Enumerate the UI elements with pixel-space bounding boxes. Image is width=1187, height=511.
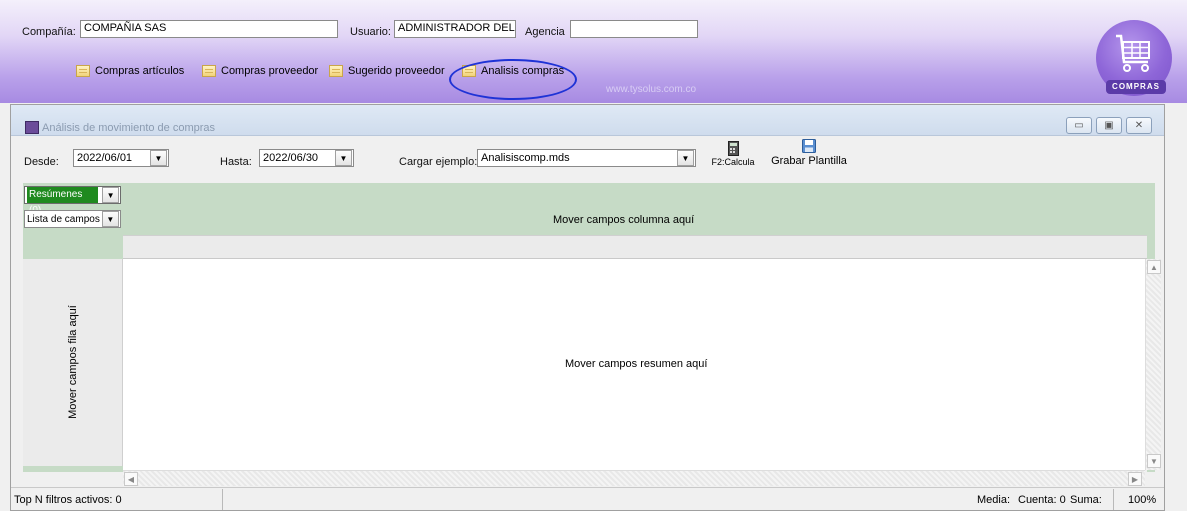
close-button[interactable]: ✕ [1126, 117, 1152, 134]
sum-label: Suma: [1070, 494, 1102, 506]
column-header-row [123, 235, 1147, 259]
scroll-down-icon[interactable]: ▼ [1147, 454, 1161, 468]
chevron-down-icon[interactable]: ▼ [335, 150, 352, 166]
status-separator [1113, 489, 1114, 510]
link-compras-articulos[interactable]: Compras artículos [76, 65, 184, 77]
to-date-picker[interactable]: 2022/06/30 ▼ [259, 149, 354, 167]
link-compras-proveedor[interactable]: Compras proveedor [202, 65, 318, 77]
calc-button[interactable]: F2:Calcula [711, 141, 755, 175]
status-bar: Top N filtros activos: 0 Media: Cuenta: … [11, 487, 1164, 510]
analysis-window: Análisis de movimiento de compras ▭ ▣ ✕ … [10, 104, 1165, 511]
scroll-right-icon[interactable]: ▶ [1128, 472, 1142, 486]
summaries-label: Resúmenes (0) [27, 187, 99, 216]
save-template-label: Grabar Plantilla [771, 155, 847, 167]
calculator-icon [727, 141, 739, 156]
chevron-down-icon[interactable]: ▼ [102, 187, 119, 203]
compras-badge-label: COMPRAS [1106, 80, 1166, 94]
row-drop-zone[interactable]: Mover campos fila aquí [23, 259, 123, 466]
minimize-button[interactable]: ▭ [1066, 117, 1092, 134]
column-drop-zone[interactable]: Mover campos columna aquí [123, 183, 1147, 235]
zoom-level: 100% [1128, 494, 1157, 506]
agency-field[interactable] [570, 20, 698, 38]
restore-button[interactable]: ▣ [1096, 117, 1122, 134]
scroll-up-icon[interactable]: ▲ [1147, 260, 1161, 274]
shopping-cart-icon [1116, 34, 1150, 72]
user-field[interactable]: ADMINISTRADOR DEL [394, 20, 516, 38]
example-select[interactable]: Analisiscomp.mds ▼ [477, 149, 696, 167]
link-sugerido-proveedor[interactable]: Sugerido proveedor [329, 65, 445, 77]
document-icon [202, 65, 216, 77]
link-compras-proveedor-label: Compras proveedor [221, 65, 319, 77]
summaries-dropdown[interactable]: Resúmenes (0) ▼ [24, 186, 121, 216]
link-sugerido-proveedor-label: Sugerido proveedor [348, 65, 445, 77]
horizontal-scrollbar[interactable]: ◀ ▶ [123, 470, 1145, 486]
example-value: Analisiscomp.mds [481, 152, 570, 164]
document-icon [76, 65, 90, 77]
company-field[interactable]: COMPAÑIA SAS [80, 20, 338, 38]
status-separator [222, 489, 223, 510]
to-date-value: 2022/06/30 [263, 152, 319, 164]
from-label: Desde: [24, 156, 59, 168]
window-title: Análisis de movimiento de compras [42, 122, 216, 134]
data-drop-zone[interactable]: Mover campos resumen aquí [123, 259, 1145, 470]
chevron-down-icon[interactable]: ▼ [677, 150, 694, 166]
example-label: Cargar ejemplo: [399, 156, 478, 168]
row-drop-label: Mover campos fila aquí [67, 305, 79, 419]
company-label: Compañía: [22, 26, 76, 38]
link-compras-articulos-label: Compras artículos [95, 65, 185, 77]
to-label: Hasta: [220, 156, 252, 168]
column-drop-label: Mover campos columna aquí [553, 214, 695, 226]
document-icon [329, 65, 343, 77]
highlight-ellipse [449, 59, 577, 100]
window-titlebar[interactable]: Análisis de movimiento de compras ▭ ▣ ✕ [11, 105, 1164, 136]
field-list-label: Lista de campos [27, 213, 100, 225]
from-date-picker[interactable]: 2022/06/01 ▼ [73, 149, 169, 167]
floppy-disk-icon [802, 139, 816, 153]
from-date-value: 2022/06/01 [77, 152, 133, 164]
save-template-button[interactable]: Grabar Plantilla [771, 139, 847, 173]
vertical-scrollbar[interactable]: ▲ ▼ [1145, 259, 1161, 470]
count-label: Cuenta: 0 [1018, 494, 1066, 506]
chevron-down-icon[interactable]: ▼ [101, 211, 119, 227]
data-drop-label: Mover campos resumen aquí [565, 358, 708, 370]
top-banner: Compañía: COMPAÑIA SAS Usuario: ADMINIST… [0, 0, 1187, 103]
scroll-left-icon[interactable]: ◀ [124, 472, 138, 486]
chevron-down-icon[interactable]: ▼ [150, 150, 167, 166]
media-label: Media: [977, 494, 1011, 506]
field-list-dropdown[interactable]: Lista de campos ▼ [24, 210, 121, 228]
calc-label: F2:Calcula [711, 157, 755, 167]
agency-label: Agencia [525, 26, 565, 38]
website-text: www.tysolus.com.co [606, 84, 697, 95]
filters-status: Top N filtros activos: 0 [14, 494, 122, 506]
app-icon [25, 121, 39, 134]
user-label: Usuario: [350, 26, 391, 38]
